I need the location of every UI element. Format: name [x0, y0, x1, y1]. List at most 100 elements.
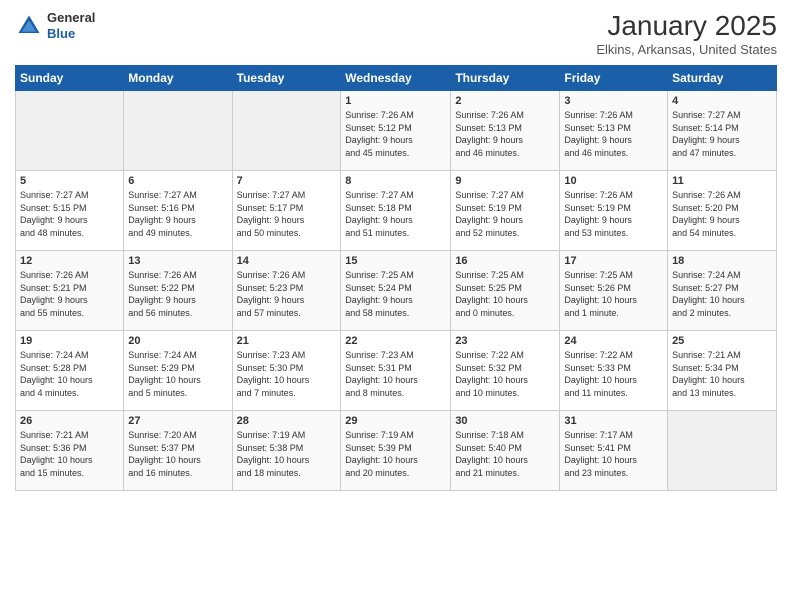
day-info: Sunrise: 7:26 AM Sunset: 5:23 PM Dayligh… — [237, 269, 337, 319]
day-number: 3 — [564, 95, 663, 107]
day-header-sunday: Sunday — [16, 66, 124, 91]
day-info: Sunrise: 7:24 AM Sunset: 5:28 PM Dayligh… — [20, 349, 119, 399]
location: Elkins, Arkansas, United States — [596, 42, 777, 57]
week-row-5: 26 Sunrise: 7:21 AM Sunset: 5:36 PM Dayli… — [16, 411, 777, 491]
day-number: 1 — [345, 95, 446, 107]
day-number: 21 — [237, 335, 337, 347]
day-cell: 4Sunrise: 7:27 AM Sunset: 5:14 PM Daylig… — [668, 91, 777, 171]
day-cell: 16 Sunrise: 7:25 AM Sunset: 5:25 PM Dayli… — [451, 251, 560, 331]
day-cell: 13 Sunrise: 7:26 AM Sunset: 5:22 PM Dayli… — [124, 251, 232, 331]
day-number: 31 — [564, 415, 663, 427]
day-number: 2 — [455, 95, 555, 107]
day-info: Sunrise: 7:26 AM Sunset: 5:20 PM Dayligh… — [672, 189, 772, 239]
day-number: 28 — [237, 415, 337, 427]
day-header-saturday: Saturday — [668, 66, 777, 91]
day-number: 14 — [237, 255, 337, 267]
day-number: 16 — [455, 255, 555, 267]
day-number: 12 — [20, 255, 119, 267]
day-cell: 24 Sunrise: 7:22 AM Sunset: 5:33 PM Dayli… — [560, 331, 668, 411]
day-cell: 11 Sunrise: 7:26 AM Sunset: 5:20 PM Dayli… — [668, 171, 777, 251]
day-number: 25 — [672, 335, 772, 347]
day-info: Sunrise: 7:26 AM Sunset: 5:19 PM Dayligh… — [564, 189, 663, 239]
logo-icon — [15, 12, 43, 40]
day-number: 27 — [128, 415, 227, 427]
day-number: 22 — [345, 335, 446, 347]
header-row: SundayMondayTuesdayWednesdayThursdayFrid… — [16, 66, 777, 91]
logo-text: General Blue — [47, 10, 95, 41]
day-cell: 1 Sunrise: 7:26 AM Sunset: 5:12 PM Daylig… — [341, 91, 451, 171]
day-cell — [16, 91, 124, 171]
day-info: Sunrise: 7:17 AM Sunset: 5:41 PM Dayligh… — [564, 429, 663, 479]
day-cell: 20 Sunrise: 7:24 AM Sunset: 5:29 PM Dayli… — [124, 331, 232, 411]
day-cell: 29Sunrise: 7:19 AM Sunset: 5:39 PM Dayli… — [341, 411, 451, 491]
day-number: 10 — [564, 175, 663, 187]
day-cell: 27Sunrise: 7:20 AM Sunset: 5:37 PM Dayli… — [124, 411, 232, 491]
day-cell: 25 Sunrise: 7:21 AM Sunset: 5:34 PM Dayli… — [668, 331, 777, 411]
day-header-thursday: Thursday — [451, 66, 560, 91]
day-cell: 23Sunrise: 7:22 AM Sunset: 5:32 PM Dayli… — [451, 331, 560, 411]
day-cell: 21 Sunrise: 7:23 AM Sunset: 5:30 PM Dayli… — [232, 331, 341, 411]
day-header-tuesday: Tuesday — [232, 66, 341, 91]
day-number: 15 — [345, 255, 446, 267]
day-cell: 17Sunrise: 7:25 AM Sunset: 5:26 PM Dayli… — [560, 251, 668, 331]
day-header-monday: Monday — [124, 66, 232, 91]
day-number: 20 — [128, 335, 227, 347]
day-cell: 9Sunrise: 7:27 AM Sunset: 5:19 PM Daylig… — [451, 171, 560, 251]
day-number: 6 — [128, 175, 227, 187]
day-cell: 14 Sunrise: 7:26 AM Sunset: 5:23 PM Dayli… — [232, 251, 341, 331]
day-info: Sunrise: 7:23 AM Sunset: 5:30 PM Dayligh… — [237, 349, 337, 399]
day-info: Sunrise: 7:21 AM Sunset: 5:36 PM Dayligh… — [20, 429, 119, 479]
logo-blue: Blue — [47, 26, 75, 41]
day-info: Sunrise: 7:22 AM Sunset: 5:32 PM Dayligh… — [455, 349, 555, 399]
day-cell: 28Sunrise: 7:19 AM Sunset: 5:38 PM Dayli… — [232, 411, 341, 491]
calendar-body: 1 Sunrise: 7:26 AM Sunset: 5:12 PM Daylig… — [16, 91, 777, 491]
day-info: Sunrise: 7:26 AM Sunset: 5:13 PM Dayligh… — [455, 109, 555, 159]
day-cell: 30Sunrise: 7:18 AM Sunset: 5:40 PM Dayli… — [451, 411, 560, 491]
calendar: SundayMondayTuesdayWednesdayThursdayFrid… — [15, 65, 777, 491]
day-info: Sunrise: 7:26 AM Sunset: 5:13 PM Dayligh… — [564, 109, 663, 159]
day-cell: 2 Sunrise: 7:26 AM Sunset: 5:13 PM Daylig… — [451, 91, 560, 171]
day-info: Sunrise: 7:25 AM Sunset: 5:25 PM Dayligh… — [455, 269, 555, 319]
day-cell: 6Sunrise: 7:27 AM Sunset: 5:16 PM Daylig… — [124, 171, 232, 251]
day-info: Sunrise: 7:24 AM Sunset: 5:29 PM Dayligh… — [128, 349, 227, 399]
day-number: 11 — [672, 175, 772, 187]
day-info: Sunrise: 7:26 AM Sunset: 5:12 PM Dayligh… — [345, 109, 446, 159]
day-cell: 8 Sunrise: 7:27 AM Sunset: 5:18 PM Daylig… — [341, 171, 451, 251]
day-cell: 26 Sunrise: 7:21 AM Sunset: 5:36 PM Dayli… — [16, 411, 124, 491]
day-header-wednesday: Wednesday — [341, 66, 451, 91]
day-info: Sunrise: 7:26 AM Sunset: 5:22 PM Dayligh… — [128, 269, 227, 319]
day-number: 7 — [237, 175, 337, 187]
day-number: 30 — [455, 415, 555, 427]
day-number: 4 — [672, 95, 772, 107]
calendar-header: SundayMondayTuesdayWednesdayThursdayFrid… — [16, 66, 777, 91]
logo-general: General — [47, 10, 95, 25]
day-info: Sunrise: 7:26 AM Sunset: 5:21 PM Dayligh… — [20, 269, 119, 319]
day-number: 24 — [564, 335, 663, 347]
day-number: 5 — [20, 175, 119, 187]
day-number: 13 — [128, 255, 227, 267]
day-cell: 31 Sunrise: 7:17 AM Sunset: 5:41 PM Dayli… — [560, 411, 668, 491]
day-cell: 12 Sunrise: 7:26 AM Sunset: 5:21 PM Dayli… — [16, 251, 124, 331]
day-number: 19 — [20, 335, 119, 347]
day-number: 26 — [20, 415, 119, 427]
day-info: Sunrise: 7:27 AM Sunset: 5:15 PM Dayligh… — [20, 189, 119, 239]
day-number: 8 — [345, 175, 446, 187]
day-info: Sunrise: 7:25 AM Sunset: 5:24 PM Dayligh… — [345, 269, 446, 319]
week-row-2: 5 Sunrise: 7:27 AM Sunset: 5:15 PM Daylig… — [16, 171, 777, 251]
day-info: Sunrise: 7:23 AM Sunset: 5:31 PM Dayligh… — [345, 349, 446, 399]
day-header-friday: Friday — [560, 66, 668, 91]
day-number: 18 — [672, 255, 772, 267]
day-cell: 15 Sunrise: 7:25 AM Sunset: 5:24 PM Dayli… — [341, 251, 451, 331]
day-info: Sunrise: 7:27 AM Sunset: 5:18 PM Dayligh… — [345, 189, 446, 239]
day-number: 29 — [345, 415, 446, 427]
day-info: Sunrise: 7:24 AM Sunset: 5:27 PM Dayligh… — [672, 269, 772, 319]
day-cell: 19 Sunrise: 7:24 AM Sunset: 5:28 PM Dayli… — [16, 331, 124, 411]
day-info: Sunrise: 7:27 AM Sunset: 5:17 PM Dayligh… — [237, 189, 337, 239]
day-info: Sunrise: 7:22 AM Sunset: 5:33 PM Dayligh… — [564, 349, 663, 399]
day-info: Sunrise: 7:25 AM Sunset: 5:26 PM Dayligh… — [564, 269, 663, 319]
day-cell: 10 Sunrise: 7:26 AM Sunset: 5:19 PM Dayli… — [560, 171, 668, 251]
title-block: January 2025 Elkins, Arkansas, United St… — [596, 10, 777, 57]
day-info: Sunrise: 7:21 AM Sunset: 5:34 PM Dayligh… — [672, 349, 772, 399]
day-cell: 18 Sunrise: 7:24 AM Sunset: 5:27 PM Dayli… — [668, 251, 777, 331]
week-row-4: 19 Sunrise: 7:24 AM Sunset: 5:28 PM Dayli… — [16, 331, 777, 411]
